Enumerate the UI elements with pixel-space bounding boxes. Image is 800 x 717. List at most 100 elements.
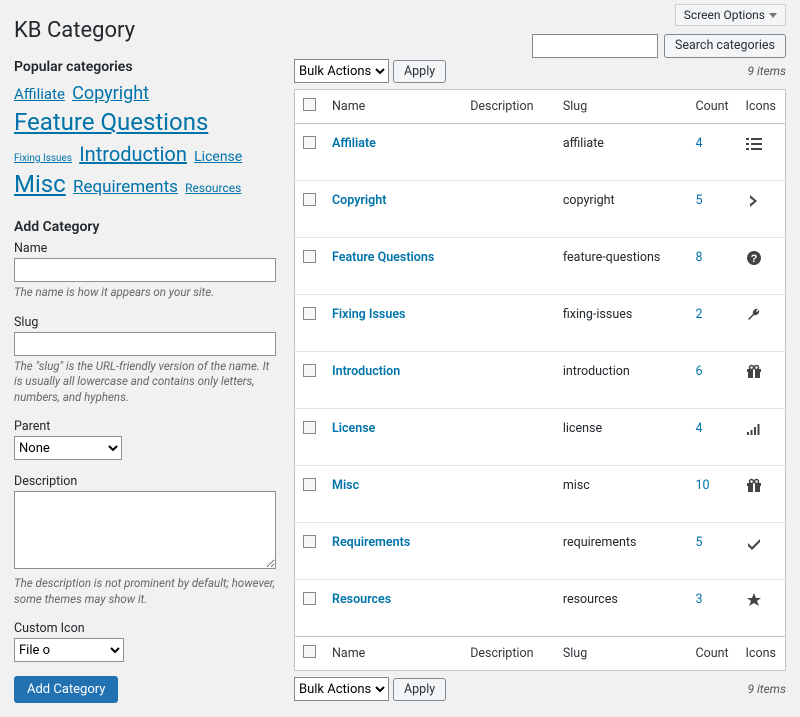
popular-tag[interactable]: Introduction xyxy=(79,142,187,166)
table-row: Affiliateaffiliate4 xyxy=(295,124,786,181)
category-slug: resources xyxy=(555,580,688,637)
popular-tag[interactable]: Misc xyxy=(14,170,66,198)
category-desc xyxy=(462,238,555,295)
chev-right-icon xyxy=(746,198,762,213)
name-label: Name xyxy=(14,241,276,256)
category-desc xyxy=(462,124,555,181)
question-icon xyxy=(746,255,762,270)
popular-tag[interactable]: Requirements xyxy=(73,177,178,197)
category-desc xyxy=(462,409,555,466)
add-category-heading: Add Category xyxy=(14,219,276,235)
gift-icon xyxy=(746,369,762,384)
category-count[interactable]: 3 xyxy=(688,580,738,637)
popular-tag[interactable]: Copyright xyxy=(72,83,149,104)
category-count[interactable]: 10 xyxy=(688,466,738,523)
description-label: Description xyxy=(14,474,276,489)
table-row: Resources resources3 xyxy=(295,580,786,637)
search-input[interactable] xyxy=(532,34,658,58)
select-all-checkbox-top[interactable] xyxy=(303,98,316,111)
category-name-link[interactable]: Feature Questions xyxy=(332,250,434,265)
category-desc xyxy=(462,523,555,580)
category-slug: license xyxy=(555,409,688,466)
col-icons-foot: Icons xyxy=(738,637,786,671)
name-input[interactable] xyxy=(14,258,276,282)
items-count-top: 9 items xyxy=(747,64,786,78)
search-button[interactable]: Search categories xyxy=(664,34,786,58)
table-row: Feature Questions feature-questions8 xyxy=(295,238,786,295)
category-slug: feature-questions xyxy=(555,238,688,295)
row-checkbox[interactable] xyxy=(303,592,316,605)
slug-label: Slug xyxy=(14,315,276,330)
category-count[interactable]: 6 xyxy=(688,352,738,409)
category-slug: misc xyxy=(555,466,688,523)
category-name-link[interactable]: Introduction xyxy=(332,364,400,379)
popular-tag[interactable]: Affiliate xyxy=(14,85,65,103)
apply-button-top[interactable]: Apply xyxy=(393,60,446,83)
category-desc xyxy=(462,181,555,238)
slug-input[interactable] xyxy=(14,332,276,356)
row-checkbox[interactable] xyxy=(303,364,316,377)
row-checkbox[interactable] xyxy=(303,421,316,434)
popular-heading: Popular categories xyxy=(14,59,276,75)
category-count[interactable]: 2 xyxy=(688,295,738,352)
category-slug: fixing-issues xyxy=(555,295,688,352)
description-help: The description is not prominent by defa… xyxy=(14,576,276,607)
popular-tag[interactable]: License xyxy=(194,149,242,165)
row-checkbox[interactable] xyxy=(303,478,316,491)
row-checkbox[interactable] xyxy=(303,193,316,206)
col-count[interactable]: Count xyxy=(688,90,738,124)
select-all-checkbox-bottom[interactable] xyxy=(303,645,316,658)
table-row: Introduction introduction6 xyxy=(295,352,786,409)
col-name-foot: Name xyxy=(324,637,462,671)
category-desc xyxy=(462,352,555,409)
category-slug: copyright xyxy=(555,181,688,238)
parent-select[interactable]: None xyxy=(14,436,122,460)
bulk-actions-select-top[interactable]: Bulk Actions xyxy=(294,59,389,83)
row-checkbox[interactable] xyxy=(303,136,316,149)
category-name-link[interactable]: Copyright xyxy=(332,193,386,208)
caret-down-icon xyxy=(769,13,777,18)
categories-table: Name Description Slug Count Icons Affili… xyxy=(294,89,786,671)
col-slug-foot: Slug xyxy=(555,637,688,671)
category-desc xyxy=(462,466,555,523)
category-count[interactable]: 8 xyxy=(688,238,738,295)
bulk-actions-select-bottom[interactable]: Bulk Actions xyxy=(294,677,389,701)
category-count[interactable]: 5 xyxy=(688,523,738,580)
category-name-link[interactable]: Affiliate xyxy=(332,136,376,151)
category-name-link[interactable]: Resources xyxy=(332,592,391,607)
category-desc xyxy=(462,580,555,637)
category-slug: introduction xyxy=(555,352,688,409)
popular-tag[interactable]: Fixing Issues xyxy=(14,153,72,164)
table-row: Copyright copyright5 xyxy=(295,181,786,238)
category-name-link[interactable]: Misc xyxy=(332,478,359,493)
parent-label: Parent xyxy=(14,419,276,434)
col-icons: Icons xyxy=(738,90,786,124)
signal-icon xyxy=(746,426,762,441)
row-checkbox[interactable] xyxy=(303,307,316,320)
check-icon xyxy=(746,540,762,555)
popular-tag[interactable]: Feature Questions xyxy=(14,108,208,136)
apply-button-bottom[interactable]: Apply xyxy=(393,678,446,701)
screen-options-button[interactable]: Screen Options xyxy=(675,4,786,26)
category-name-link[interactable]: Requirements xyxy=(332,535,410,550)
popular-tag[interactable]: Resources xyxy=(185,181,241,195)
category-count[interactable]: 4 xyxy=(688,409,738,466)
table-row: Requirementsrequirements5 xyxy=(295,523,786,580)
category-name-link[interactable]: Fixing Issues xyxy=(332,307,405,322)
category-name-link[interactable]: License xyxy=(332,421,375,436)
table-row: Misc misc10 xyxy=(295,466,786,523)
category-count[interactable]: 4 xyxy=(688,124,738,181)
add-category-button[interactable]: Add Category xyxy=(14,676,118,703)
col-desc[interactable]: Description xyxy=(462,90,555,124)
row-checkbox[interactable] xyxy=(303,535,316,548)
col-name[interactable]: Name xyxy=(324,90,462,124)
col-slug[interactable]: Slug xyxy=(555,90,688,124)
row-checkbox[interactable] xyxy=(303,250,316,263)
gift-icon xyxy=(746,483,762,498)
description-textarea[interactable] xyxy=(14,491,276,569)
slug-help: The "slug" is the URL-friendly version o… xyxy=(14,359,276,406)
list-icon xyxy=(746,141,762,156)
category-desc xyxy=(462,295,555,352)
category-count[interactable]: 5 xyxy=(688,181,738,238)
custom-icon-select[interactable]: File o xyxy=(14,638,124,662)
